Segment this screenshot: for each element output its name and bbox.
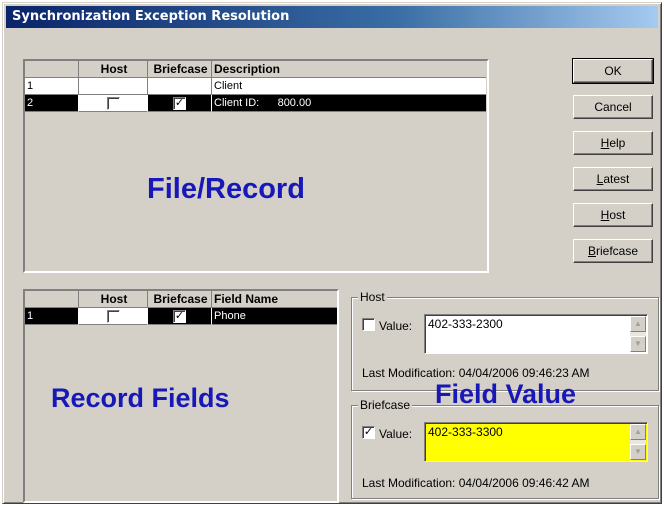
description-cell: Client ID: 800.00 (212, 95, 486, 112)
cancel-button[interactable]: Cancel (573, 95, 653, 119)
briefcase-value-text: 402-333-3300 (428, 425, 503, 439)
field-grid-col-num (25, 291, 79, 308)
file-grid-col-num (25, 61, 79, 78)
host-cell (79, 95, 148, 112)
file-grid-header: Host Briefcase Description (25, 61, 486, 78)
briefcase-cell (148, 78, 212, 95)
host-cell (79, 308, 148, 325)
file-record-label: File/Record (147, 173, 305, 205)
row-number: 1 (25, 78, 79, 95)
record-fields-label: Record Fields (51, 383, 230, 413)
briefcase-checkbox[interactable]: ✓ (173, 310, 186, 324)
scroll-up-icon[interactable]: ▲ (630, 316, 646, 332)
host-value-row: Value: (362, 318, 412, 333)
host-value-checkbox[interactable] (362, 318, 375, 331)
table-row[interactable]: 1 Client (25, 78, 486, 95)
record-fields-grid[interactable]: Host Briefcase Field Name 1 ✓ Phone Reco… (23, 289, 339, 503)
briefcase-last-modification: Last Modification: 04/04/2006 09:46:42 A… (362, 476, 590, 490)
row-number: 2 (25, 95, 79, 112)
host-button[interactable]: Host (573, 203, 653, 227)
help-button[interactable]: Help (573, 131, 653, 155)
file-grid-col-description[interactable]: Description (212, 61, 486, 78)
host-group: Host Value: 402-333-2300 ▲ ▼ Last Modifi… (351, 290, 659, 391)
host-value-text: 402-333-2300 (428, 317, 503, 331)
field-name-cell: Phone (212, 308, 337, 325)
briefcase-group: Briefcase ✓ Value: 402-333-3300 ▲ ▼ Last… (351, 398, 659, 499)
briefcase-value-checkbox[interactable]: ✓ (362, 426, 375, 439)
host-checkbox[interactable] (106, 97, 120, 111)
host-cell (79, 78, 148, 95)
briefcase-group-legend: Briefcase (358, 398, 413, 412)
file-record-grid[interactable]: Host Briefcase Description 1 Client 2 ✓ … (23, 59, 489, 273)
host-last-modification: Last Modification: 04/04/2006 09:46:23 A… (362, 366, 590, 380)
briefcase-value-row: ✓ Value: (362, 426, 412, 441)
window-title: Synchronization Exception Resolution (6, 6, 658, 28)
host-value-field[interactable]: 402-333-2300 ▲ ▼ (424, 314, 648, 354)
scroll-down-icon[interactable]: ▼ (630, 336, 646, 352)
briefcase-cell: ✓ (148, 95, 212, 112)
file-grid-col-host[interactable]: Host (79, 61, 148, 78)
table-row-selected[interactable]: 1 ✓ Phone (25, 308, 337, 325)
field-grid-col-host[interactable]: Host (79, 291, 148, 308)
dialog-window: Synchronization Exception Resolution Hos… (2, 2, 662, 504)
description-cell: Client (212, 78, 486, 95)
latest-button[interactable]: Latest (573, 167, 653, 191)
briefcase-checkbox[interactable]: ✓ (173, 97, 186, 111)
row-number: 1 (25, 308, 79, 325)
briefcase-value-label: Value: (379, 427, 413, 441)
briefcase-value-field[interactable]: 402-333-3300 ▲ ▼ (424, 422, 648, 462)
table-row-selected[interactable]: 2 ✓ Client ID: 800.00 (25, 95, 486, 112)
host-checkbox[interactable] (106, 310, 120, 324)
host-group-legend: Host (358, 290, 387, 304)
field-grid-col-briefcase[interactable]: Briefcase (148, 291, 212, 308)
host-value-label: Value: (379, 319, 413, 333)
briefcase-value-scrollbar[interactable]: ▲ ▼ (630, 424, 646, 460)
briefcase-cell: ✓ (148, 308, 212, 325)
file-grid-col-briefcase[interactable]: Briefcase (148, 61, 212, 78)
ok-button[interactable]: OK (572, 58, 654, 84)
host-value-scrollbar[interactable]: ▲ ▼ (630, 316, 646, 352)
scroll-down-icon[interactable]: ▼ (630, 444, 646, 460)
scroll-up-icon[interactable]: ▲ (630, 424, 646, 440)
briefcase-button[interactable]: Briefcase (573, 239, 653, 263)
field-grid-col-field-name[interactable]: Field Name (212, 291, 337, 308)
field-grid-header: Host Briefcase Field Name (25, 291, 337, 308)
